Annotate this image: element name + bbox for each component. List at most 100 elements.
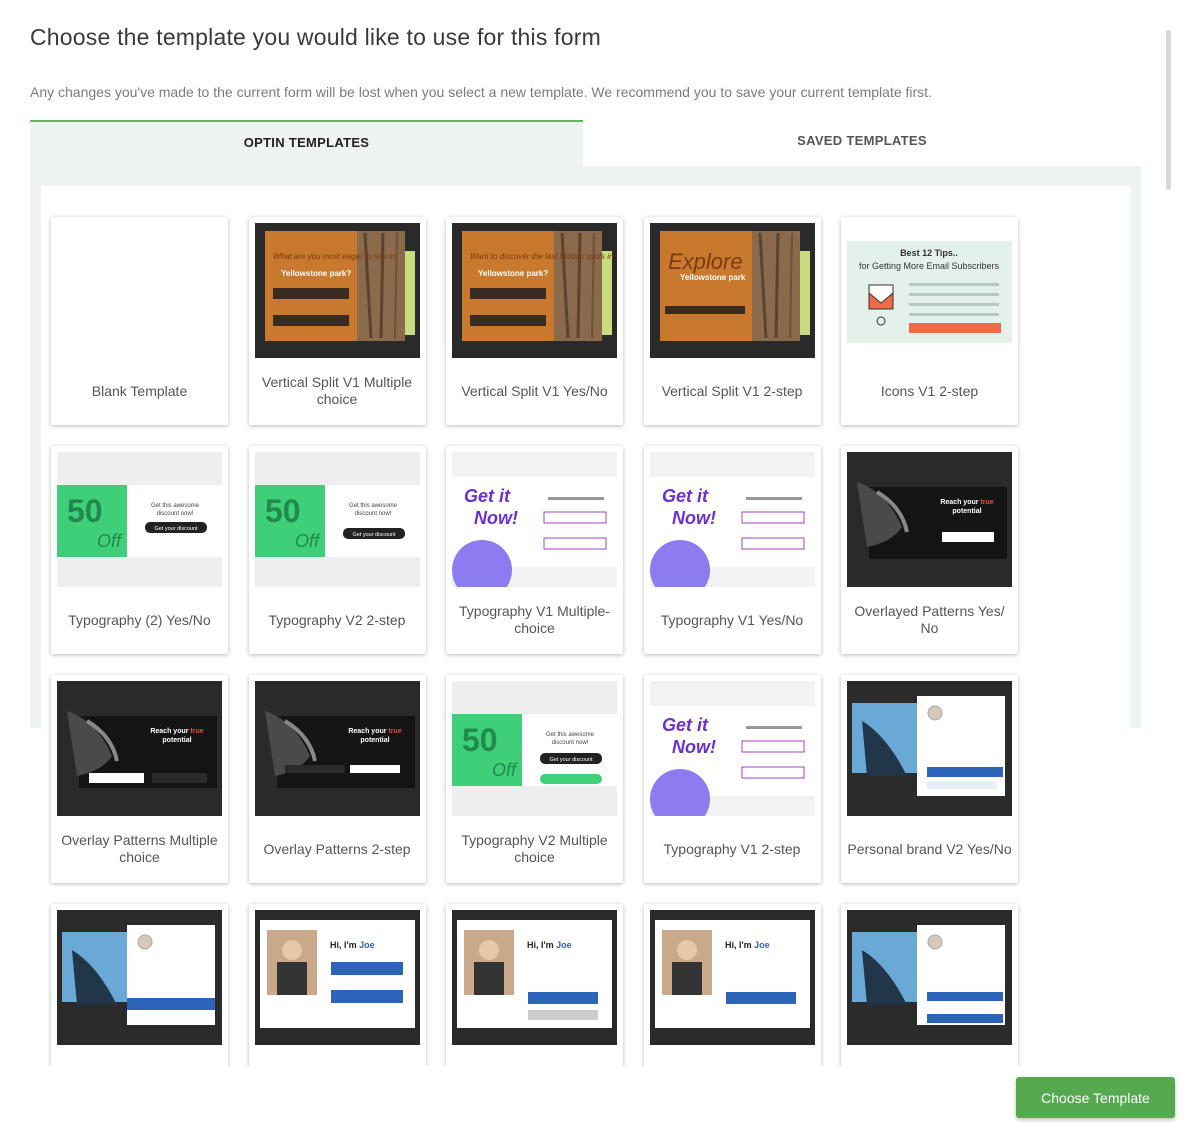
template-name: Overlay Patterns Multiple choice bbox=[61, 832, 218, 865]
template-name: Typography V1 2-step bbox=[663, 840, 801, 857]
template-name bbox=[648, 1049, 817, 1066]
fifty-text: 50 bbox=[462, 722, 498, 758]
discount-button-text: Get your discount bbox=[352, 532, 396, 538]
discount-button-text: Get your discount bbox=[154, 526, 198, 532]
template-thumbnail bbox=[57, 223, 222, 358]
template-card[interactable]: What are you most eager to see in Yellows… bbox=[248, 217, 426, 425]
template-card[interactable]: 50 Off Get this awesome discount now! Get yo… bbox=[51, 446, 228, 654]
svg-text:potential: potential bbox=[360, 737, 389, 744]
svg-text:Get this awesome: Get this awesome bbox=[151, 503, 200, 509]
template-thumbnail: What are you most eager to see in Yellows… bbox=[254, 223, 420, 358]
template-name bbox=[845, 1049, 1014, 1066]
template-card[interactable]: 50 Off Get this awesome discount now! Get yo… bbox=[446, 675, 623, 883]
template-card[interactable]: Best 12 Tips.. for Getting More Email Sub… bbox=[841, 217, 1018, 425]
template-name bbox=[450, 1049, 619, 1066]
get-it-text: Get it bbox=[464, 486, 511, 506]
template-card[interactable]: Hi, I'm Joe bbox=[248, 904, 426, 1066]
template-card[interactable]: Blank Template bbox=[51, 217, 228, 425]
template-thumbnail: Explore Yellowstone park bbox=[649, 223, 815, 358]
template-name: Typography V2 2-step bbox=[268, 611, 406, 628]
svg-text:potential: potential bbox=[162, 737, 191, 744]
template-card[interactable]: Reach your true potential Overlayed Patter… bbox=[841, 446, 1018, 654]
page-subtitle: Any changes you've made to the current f… bbox=[30, 84, 932, 100]
template-thumbnail: Get it Now! bbox=[649, 452, 815, 600]
template-thumbnail: Reach your true potential bbox=[57, 681, 222, 816]
off-text: Off bbox=[295, 531, 321, 551]
template-name bbox=[253, 1049, 422, 1066]
svg-text:Get this awesome: Get this awesome bbox=[348, 503, 397, 509]
template-thumbnail: Hi, I'm Joe bbox=[452, 910, 617, 1045]
template-card[interactable]: 50 Off Get this awesome discount now! Get yo… bbox=[248, 446, 426, 654]
template-thumbnail: Reach your true potential bbox=[847, 452, 1012, 587]
fifty-text: 50 bbox=[265, 493, 301, 529]
svg-text:Get this awesome: Get this awesome bbox=[546, 732, 595, 738]
template-grid: Blank Template What are you most eager to… bbox=[41, 186, 1130, 1066]
get-it-text: Get it bbox=[662, 486, 709, 506]
template-card[interactable]: Hi, I'm Joe bbox=[446, 904, 623, 1066]
choose-template-button[interactable]: Choose Template bbox=[1016, 1077, 1175, 1118]
template-thumbnail: Hi, I'm Joe bbox=[649, 910, 815, 1045]
template-thumbnail bbox=[847, 681, 1012, 816]
scrollbar[interactable] bbox=[1166, 30, 1171, 190]
template-card[interactable]: Personal brand V2 Yes/No bbox=[841, 675, 1018, 883]
template-thumbnail: 50 Off Get this awesome discount now! Get yo… bbox=[452, 681, 617, 816]
yellowstone-heading: Yellowstone park bbox=[680, 273, 746, 282]
now-text: Now! bbox=[474, 508, 518, 528]
tips-subtitle: for Getting More Email Subscribers bbox=[859, 261, 1000, 271]
yellowstone-heading: Yellowstone park? bbox=[478, 269, 548, 278]
template-name: Blank Template bbox=[91, 382, 188, 399]
template-thumbnail bbox=[57, 910, 222, 1045]
template-thumbnail: Get it Now! bbox=[649, 681, 815, 829]
template-name: Typography (2) Yes/No bbox=[68, 611, 211, 628]
template-thumbnail: 50 Off Get this awesome discount now! Get yo… bbox=[254, 452, 420, 587]
template-name bbox=[55, 1049, 224, 1066]
template-thumbnail: Hi, I'm Joe bbox=[254, 910, 420, 1045]
template-name: Vertical Split V1 Multiple choice bbox=[261, 374, 413, 407]
template-card[interactable]: Reach your true potential Overlay Patterns… bbox=[248, 675, 426, 883]
off-text: Off bbox=[492, 760, 518, 780]
template-thumbnail: Want to discover the last hidden spots i… bbox=[452, 223, 617, 358]
template-card[interactable] bbox=[51, 904, 228, 1066]
template-card[interactable]: Want to discover the last hidden spots i… bbox=[446, 217, 623, 425]
now-text: Now! bbox=[672, 508, 716, 528]
overlay-heading: Reach your true bbox=[348, 728, 401, 735]
svg-text:discount now!: discount now! bbox=[354, 511, 391, 517]
template-card[interactable]: Get it Now! Typography V1 Multiple-choice bbox=[446, 446, 623, 654]
template-name: Overlay Patterns 2-step bbox=[263, 840, 411, 857]
tips-title: Best 12 Tips.. bbox=[900, 248, 958, 258]
yellowstone-heading: Yellowstone park? bbox=[281, 269, 351, 278]
template-card[interactable] bbox=[841, 904, 1018, 1066]
svg-text:potential: potential bbox=[952, 508, 981, 515]
template-card[interactable]: Explore Yellowstone park Vertical Split V1… bbox=[643, 217, 821, 425]
template-card[interactable]: Hi, I'm Joe bbox=[643, 904, 821, 1066]
overlay-heading: Reach your true bbox=[940, 499, 993, 506]
template-name: Typography V1 Yes/No bbox=[660, 611, 804, 628]
svg-text:discount now!: discount now! bbox=[552, 740, 589, 746]
template-thumbnail: 50 Off Get this awesome discount now! Get yo… bbox=[57, 452, 222, 587]
discount-button-text: Get your discount bbox=[549, 757, 593, 763]
fifty-text: 50 bbox=[67, 493, 103, 529]
page-title: Choose the template you would like to us… bbox=[30, 24, 601, 50]
template-card[interactable]: Get it Now! Typography V1 2-step bbox=[643, 675, 821, 883]
template-thumbnail: Reach your true potential bbox=[254, 681, 420, 816]
question-text: Want to discover the last hidden spots i… bbox=[470, 252, 614, 261]
tab-saved-templates[interactable]: SAVED TEMPLATES bbox=[583, 120, 1141, 166]
off-text: Off bbox=[97, 531, 123, 551]
template-name: Typography V2 Multiple choice bbox=[461, 832, 608, 865]
template-name: Typography V1 Multiple-choice bbox=[459, 603, 610, 636]
template-name: Icons V1 2-step bbox=[880, 382, 979, 399]
template-card[interactable]: Get it Now! Typography V1 Yes/No bbox=[643, 446, 821, 654]
svg-text:discount now!: discount now! bbox=[157, 511, 194, 517]
tab-optin-templates[interactable]: OPTIN TEMPLATES bbox=[30, 120, 583, 166]
get-it-text: Get it bbox=[662, 715, 709, 735]
template-name: Vertical Split V1 Yes/No bbox=[461, 382, 608, 399]
joe-heading: Hi, I'm Joe bbox=[725, 940, 770, 950]
overlay-heading: Reach your true bbox=[150, 728, 203, 735]
explore-heading: Explore bbox=[668, 249, 743, 274]
joe-heading: Hi, I'm Joe bbox=[527, 940, 572, 950]
template-name: Overlayed Patterns Yes/ No bbox=[854, 603, 1005, 636]
template-thumbnail bbox=[847, 910, 1012, 1045]
template-tabs: OPTIN TEMPLATES SAVED TEMPLATES bbox=[30, 120, 1141, 166]
template-thumbnail: Get it Now! bbox=[452, 452, 617, 600]
template-card[interactable]: Reach your true potential Overlay Patterns… bbox=[51, 675, 228, 883]
